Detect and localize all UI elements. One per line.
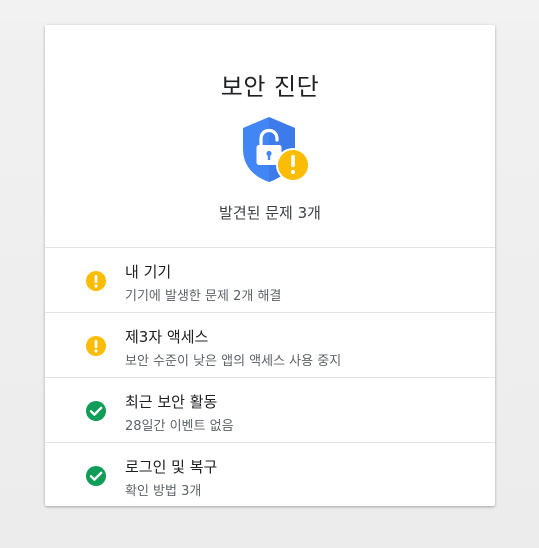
- list-item-subtitle: 확인 방법 3개: [125, 484, 202, 499]
- list-item-recent-security-activity[interactable]: 최근 보안 활동 28일간 이벤트 없음: [45, 378, 495, 442]
- security-checkup-card: 보안 진단 발견된 문제 3개 내 기기 기기에 발생한 문제 2개 해결 제3…: [45, 25, 495, 506]
- issues-summary: 발견된 문제 3개: [219, 204, 321, 222]
- check-icon: [85, 400, 107, 422]
- list-item-subtitle: 기기에 발생한 문제 2개 해결: [125, 289, 282, 304]
- list-item-title: 로그인 및 복구: [125, 458, 218, 476]
- warning-icon: [85, 335, 107, 357]
- background-strip: [0, 0, 539, 22]
- list-item-title: 제3자 액세스: [125, 328, 209, 346]
- warning-icon: [85, 270, 107, 292]
- card-header: 보안 진단 발견된 문제 3개: [45, 25, 495, 247]
- page-title: 보안 진단: [220, 73, 320, 101]
- list-item-signin-recovery[interactable]: 로그인 및 복구 확인 방법 3개: [45, 443, 495, 507]
- list-item-subtitle: 28일간 이벤트 없음: [125, 419, 234, 434]
- list-item-subtitle: 보안 수준이 낮은 앱의 액세스 사용 중지: [125, 354, 342, 369]
- shield-unlocked-warning-icon: [241, 115, 313, 185]
- list-item-third-party-access[interactable]: 제3자 액세스 보안 수준이 낮은 앱의 액세스 사용 중지: [45, 313, 495, 377]
- list-item-my-devices[interactable]: 내 기기 기기에 발생한 문제 2개 해결: [45, 248, 495, 312]
- list-item-title: 내 기기: [125, 263, 172, 281]
- list-item-title: 최근 보안 활동: [125, 393, 218, 411]
- check-icon: [85, 465, 107, 487]
